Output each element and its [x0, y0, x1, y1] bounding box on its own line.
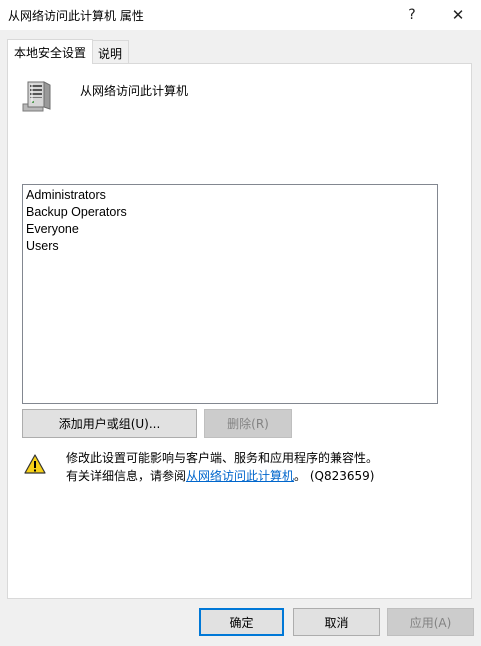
warning-line-1: 修改此设置可能影响与客户端、服务和应用程序的兼容性。 [66, 451, 379, 465]
tab-explain[interactable]: 说明 [91, 40, 130, 63]
list-item[interactable]: Backup Operators [26, 204, 437, 221]
policy-help-link[interactable]: 从网络访问此计算机 [186, 469, 294, 483]
warning-line-2-prefix: 有关详细信息，请参阅 [66, 469, 187, 483]
apply-button[interactable]: 应用(A) [387, 608, 474, 636]
warning-line-2-suffix: 。 (Q823659) [294, 469, 375, 483]
ok-button[interactable]: 确定 [199, 608, 284, 636]
add-user-button[interactable]: 添加用户或组(U)... [22, 409, 197, 438]
tab-local-security-setting[interactable]: 本地安全设置 [7, 39, 94, 64]
server-icon [22, 81, 51, 112]
close-icon[interactable]: ✕ [436, 0, 480, 30]
title-bar: 从网络访问此计算机 属性 ? ✕ [0, 0, 481, 30]
members-list[interactable]: Administrators Backup Operators Everyone… [22, 184, 438, 404]
list-item[interactable]: Everyone [26, 221, 437, 238]
list-item[interactable]: Users [26, 238, 437, 255]
cancel-button[interactable]: 取消 [293, 608, 380, 636]
help-icon[interactable]: ? [390, 0, 434, 30]
window-title: 从网络访问此计算机 属性 [8, 9, 144, 23]
warning-line-2: 有关详细信息，请参阅从网络访问此计算机。 (Q823659) [66, 467, 378, 485]
tab-panel: 从网络访问此计算机 Administrators Backup Operator… [7, 63, 472, 599]
list-item[interactable]: Administrators [26, 187, 437, 204]
remove-button[interactable]: 删除(R) [204, 409, 292, 438]
warning-text: 修改此设置可能影响与客户端、服务和应用程序的兼容性。 有关详细信息，请参阅从网络… [66, 449, 378, 485]
warning-icon [24, 454, 46, 474]
policy-name: 从网络访问此计算机 [80, 84, 189, 98]
